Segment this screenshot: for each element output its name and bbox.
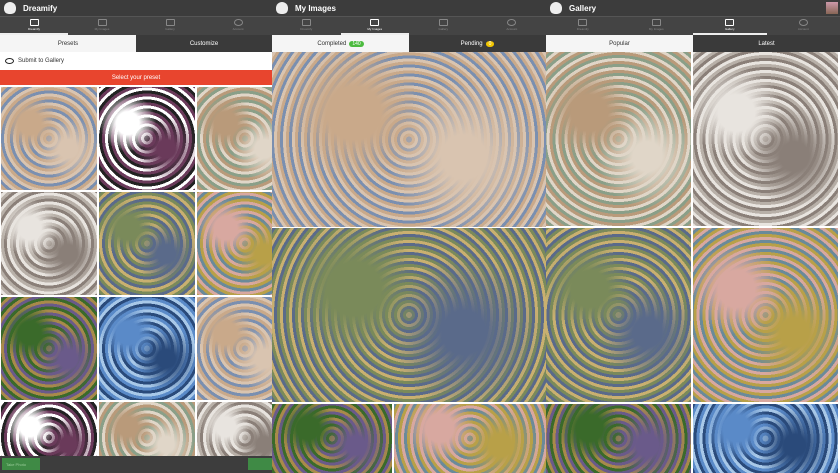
dream-image-thumbnail[interactable] [1, 87, 97, 190]
take-photo-button[interactable]: Take Photo [2, 458, 40, 470]
image-icon [370, 19, 380, 26]
main-nav: Dreamify My Images Gallery Account [0, 16, 272, 35]
dream-image-thumbnail[interactable] [197, 192, 272, 295]
completed-count-badge: 140 [349, 40, 364, 47]
dream-image-thumbnail[interactable] [693, 52, 838, 226]
upload-photo-button[interactable] [248, 458, 272, 470]
select-preset-banner: Select your preset [0, 70, 272, 85]
user-avatar[interactable] [826, 2, 838, 14]
gear-icon [507, 19, 517, 26]
tab-latest[interactable]: Latest [693, 35, 840, 52]
dream-image-thumbnail[interactable] [1, 192, 97, 295]
dream-image-thumbnail[interactable] [272, 52, 546, 227]
nav-account[interactable]: Account [478, 17, 547, 35]
main-nav: Dreamify My Images Gallery Account [546, 16, 840, 35]
dream-image-thumbnail[interactable] [99, 192, 195, 295]
brain-logo-icon [4, 2, 16, 14]
nav-gallery[interactable]: Gallery [409, 17, 478, 35]
dream-image-thumbnail[interactable] [99, 297, 195, 400]
camera-icon [29, 19, 39, 26]
dream-image-thumbnail[interactable] [197, 87, 272, 190]
app-header: My Images [272, 0, 546, 16]
nav-my-images[interactable]: My Images [340, 17, 409, 35]
pending-count-badge: 0 [485, 40, 495, 47]
gallery-panel: Gallery Dreamify My Images Gallery Accou… [546, 0, 840, 473]
app-header: Dreamify [0, 0, 272, 16]
nav-dreamify[interactable]: Dreamify [546, 17, 620, 35]
main-nav: Dreamify My Images Gallery Account [272, 16, 546, 35]
dream-image-thumbnail[interactable] [197, 297, 272, 400]
dream-image-thumbnail[interactable] [1, 297, 97, 400]
dream-image-thumbnail[interactable] [272, 404, 392, 473]
dreamify-panel: Dreamify Dreamify My Images Gallery Acco… [0, 0, 272, 473]
brain-logo-icon [276, 2, 288, 14]
nav-gallery[interactable]: Gallery [693, 17, 767, 35]
gear-icon [233, 19, 243, 26]
dream-image-thumbnail[interactable] [693, 404, 838, 473]
header-title: Dreamify [23, 3, 58, 13]
tab-presets[interactable]: Presets [0, 35, 136, 52]
header-title: Gallery [569, 3, 597, 13]
nav-my-images[interactable]: My Images [620, 17, 694, 35]
nav-dreamify[interactable]: Dreamify [272, 17, 341, 35]
dream-image-thumbnail[interactable] [546, 404, 691, 473]
brain-logo-icon [550, 2, 562, 14]
nav-account[interactable]: Account [204, 17, 272, 35]
nav-account[interactable]: Account [767, 17, 840, 35]
image-icon [651, 19, 661, 26]
dream-image-thumbnail[interactable] [546, 228, 691, 402]
dream-image-thumbnail[interactable] [394, 404, 546, 473]
eye-icon [5, 58, 14, 64]
nav-my-images[interactable]: My Images [68, 17, 136, 35]
header-title: My Images [295, 3, 336, 13]
gallery-icon [438, 19, 448, 26]
image-icon [97, 19, 107, 26]
gallery-icon [725, 19, 735, 26]
nav-dreamify[interactable]: Dreamify [0, 17, 68, 35]
tab-completed[interactable]: Completed 140 [272, 35, 409, 52]
bottom-bar: Take Photo [0, 456, 272, 473]
camera-icon [578, 19, 588, 26]
dream-image-thumbnail[interactable] [99, 87, 195, 190]
gallery-icon [165, 19, 175, 26]
camera-icon [301, 19, 311, 26]
tab-popular[interactable]: Popular [546, 35, 693, 52]
my-images-panel: My Images Dreamify My Images Gallery Acc… [272, 0, 546, 473]
app-header: Gallery [546, 0, 840, 16]
gear-icon [798, 19, 808, 26]
dream-image-thumbnail[interactable] [272, 228, 546, 402]
dream-image-thumbnail[interactable] [546, 52, 691, 226]
tab-customize[interactable]: Customize [136, 35, 272, 52]
submit-to-gallery-toggle[interactable]: Submit to Gallery [0, 52, 272, 70]
tab-pending[interactable]: Pending 0 [409, 35, 546, 52]
nav-gallery[interactable]: Gallery [136, 17, 204, 35]
dream-image-thumbnail[interactable] [693, 228, 838, 402]
